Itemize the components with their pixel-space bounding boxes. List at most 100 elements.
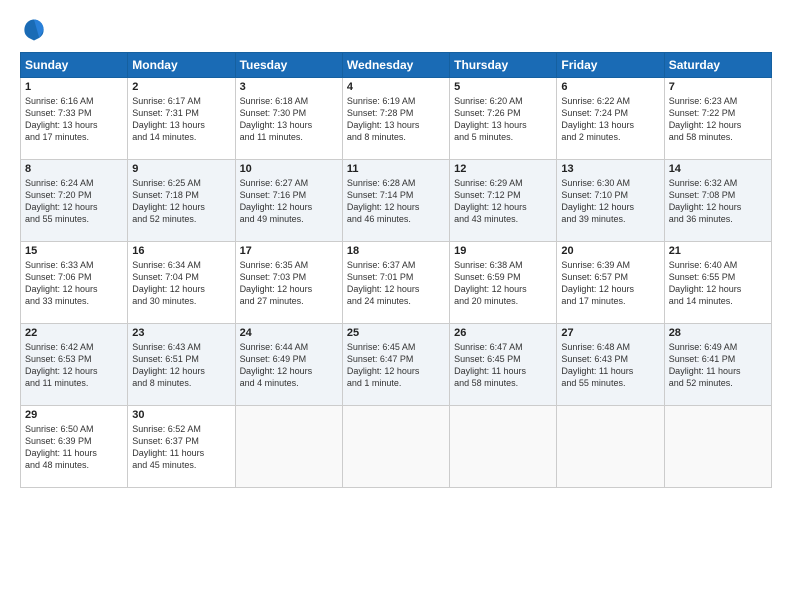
day-number: 25 [347,327,445,339]
cell-info: Sunrise: 6:16 AM Sunset: 7:33 PM Dayligh… [25,95,123,144]
day-number: 6 [561,81,659,93]
cell-info: Sunrise: 6:17 AM Sunset: 7:31 PM Dayligh… [132,95,230,144]
cell-info: Sunrise: 6:45 AM Sunset: 6:47 PM Dayligh… [347,341,445,390]
calendar-cell: 17 Sunrise: 6:35 AM Sunset: 7:03 PM Dayli… [235,242,342,324]
weekday-header-row: SundayMondayTuesdayWednesdayThursdayFrid… [21,53,772,78]
calendar-cell: 18 Sunrise: 6:37 AM Sunset: 7:01 PM Dayli… [342,242,449,324]
day-number: 3 [240,81,338,93]
calendar-cell: 30Sunrise: 6:52 AM Sunset: 6:37 PM Dayli… [128,406,235,488]
day-number: 5 [454,81,552,93]
calendar-cell: 20Sunrise: 6:39 AM Sunset: 6:57 PM Dayli… [557,242,664,324]
cell-info: Sunrise: 6:28 AM Sunset: 7:14 PM Dayligh… [347,177,445,226]
day-number: 23 [132,327,230,339]
cell-info: Sunrise: 6:37 AM Sunset: 7:01 PM Dayligh… [347,259,445,308]
cell-info: Sunrise: 6:38 AM Sunset: 6:59 PM Dayligh… [454,259,552,308]
day-number: 15 [25,245,123,257]
cell-info: Sunrise: 6:27 AM Sunset: 7:16 PM Dayligh… [240,177,338,226]
calendar-week-row: 22 Sunrise: 6:42 AM Sunset: 6:53 PM Dayli… [21,324,772,406]
calendar-cell: 21Sunrise: 6:40 AM Sunset: 6:55 PM Dayli… [664,242,771,324]
calendar-table: SundayMondayTuesdayWednesdayThursdayFrid… [20,52,772,488]
calendar-cell: 8 Sunrise: 6:24 AM Sunset: 7:20 PM Daylig… [21,160,128,242]
cell-info: Sunrise: 6:44 AM Sunset: 6:49 PM Dayligh… [240,341,338,390]
cell-info: Sunrise: 6:34 AM Sunset: 7:04 PM Dayligh… [132,259,230,308]
day-number: 17 [240,245,338,257]
calendar-cell: 3Sunrise: 6:18 AM Sunset: 7:30 PM Daylig… [235,78,342,160]
calendar-cell: 14 Sunrise: 6:32 AM Sunset: 7:08 PM Dayli… [664,160,771,242]
cell-info: Sunrise: 6:49 AM Sunset: 6:41 PM Dayligh… [669,341,767,390]
day-number: 18 [347,245,445,257]
calendar-cell: 9 Sunrise: 6:25 AM Sunset: 7:18 PM Daylig… [128,160,235,242]
cell-info: Sunrise: 6:25 AM Sunset: 7:18 PM Dayligh… [132,177,230,226]
cell-info: Sunrise: 6:24 AM Sunset: 7:20 PM Dayligh… [25,177,123,226]
weekday-header-saturday: Saturday [664,53,771,78]
calendar-cell: 25 Sunrise: 6:45 AM Sunset: 6:47 PM Dayli… [342,324,449,406]
cell-info: Sunrise: 6:48 AM Sunset: 6:43 PM Dayligh… [561,341,659,390]
weekday-header-thursday: Thursday [450,53,557,78]
weekday-header-sunday: Sunday [21,53,128,78]
calendar-cell: 2 Sunrise: 6:17 AM Sunset: 7:31 PM Daylig… [128,78,235,160]
cell-info: Sunrise: 6:35 AM Sunset: 7:03 PM Dayligh… [240,259,338,308]
cell-info: Sunrise: 6:30 AM Sunset: 7:10 PM Dayligh… [561,177,659,226]
cell-info: Sunrise: 6:33 AM Sunset: 7:06 PM Dayligh… [25,259,123,308]
calendar-cell: 19Sunrise: 6:38 AM Sunset: 6:59 PM Dayli… [450,242,557,324]
weekday-header-monday: Monday [128,53,235,78]
weekday-header-wednesday: Wednesday [342,53,449,78]
calendar-cell: 4Sunrise: 6:19 AM Sunset: 7:28 PM Daylig… [342,78,449,160]
day-number: 22 [25,327,123,339]
day-number: 21 [669,245,767,257]
calendar-cell: 7 Sunrise: 6:23 AM Sunset: 7:22 PM Daylig… [664,78,771,160]
day-number: 11 [347,163,445,175]
day-number: 24 [240,327,338,339]
calendar-week-row: 15 Sunrise: 6:33 AM Sunset: 7:06 PM Dayli… [21,242,772,324]
day-number: 10 [240,163,338,175]
day-number: 26 [454,327,552,339]
day-number: 7 [669,81,767,93]
calendar-cell: 29Sunrise: 6:50 AM Sunset: 6:39 PM Dayli… [21,406,128,488]
weekday-header-friday: Friday [557,53,664,78]
calendar-week-row: 29Sunrise: 6:50 AM Sunset: 6:39 PM Dayli… [21,406,772,488]
day-number: 28 [669,327,767,339]
day-number: 8 [25,163,123,175]
cell-info: Sunrise: 6:43 AM Sunset: 6:51 PM Dayligh… [132,341,230,390]
day-number: 9 [132,163,230,175]
calendar-cell: 10 Sunrise: 6:27 AM Sunset: 7:16 PM Dayli… [235,160,342,242]
day-number: 29 [25,409,123,421]
cell-info: Sunrise: 6:47 AM Sunset: 6:45 PM Dayligh… [454,341,552,390]
calendar-cell: 24 Sunrise: 6:44 AM Sunset: 6:49 PM Dayli… [235,324,342,406]
calendar-cell [557,406,664,488]
day-number: 14 [669,163,767,175]
logo-icon [20,16,48,44]
day-number: 2 [132,81,230,93]
calendar-cell [450,406,557,488]
calendar-cell: 15 Sunrise: 6:33 AM Sunset: 7:06 PM Dayli… [21,242,128,324]
calendar-cell [235,406,342,488]
calendar-week-row: 1Sunrise: 6:16 AM Sunset: 7:33 PM Daylig… [21,78,772,160]
calendar-cell [342,406,449,488]
calendar-cell: 12 Sunrise: 6:29 AM Sunset: 7:12 PM Dayli… [450,160,557,242]
day-number: 13 [561,163,659,175]
calendar-cell: 26 Sunrise: 6:47 AM Sunset: 6:45 PM Dayli… [450,324,557,406]
cell-info: Sunrise: 6:42 AM Sunset: 6:53 PM Dayligh… [25,341,123,390]
calendar-cell: 11 Sunrise: 6:28 AM Sunset: 7:14 PM Dayli… [342,160,449,242]
calendar-cell [664,406,771,488]
calendar-cell: 22 Sunrise: 6:42 AM Sunset: 6:53 PM Dayli… [21,324,128,406]
cell-info: Sunrise: 6:20 AM Sunset: 7:26 PM Dayligh… [454,95,552,144]
cell-info: Sunrise: 6:22 AM Sunset: 7:24 PM Dayligh… [561,95,659,144]
cell-info: Sunrise: 6:39 AM Sunset: 6:57 PM Dayligh… [561,259,659,308]
cell-info: Sunrise: 6:29 AM Sunset: 7:12 PM Dayligh… [454,177,552,226]
cell-info: Sunrise: 6:32 AM Sunset: 7:08 PM Dayligh… [669,177,767,226]
logo [20,16,52,44]
weekday-header-tuesday: Tuesday [235,53,342,78]
calendar-week-row: 8 Sunrise: 6:24 AM Sunset: 7:20 PM Daylig… [21,160,772,242]
day-number: 12 [454,163,552,175]
day-number: 16 [132,245,230,257]
day-number: 30 [132,409,230,421]
cell-info: Sunrise: 6:23 AM Sunset: 7:22 PM Dayligh… [669,95,767,144]
cell-info: Sunrise: 6:19 AM Sunset: 7:28 PM Dayligh… [347,95,445,144]
calendar-cell: 23 Sunrise: 6:43 AM Sunset: 6:51 PM Dayli… [128,324,235,406]
calendar-cell: 13 Sunrise: 6:30 AM Sunset: 7:10 PM Dayli… [557,160,664,242]
calendar-cell: 1Sunrise: 6:16 AM Sunset: 7:33 PM Daylig… [21,78,128,160]
calendar-cell: 28 Sunrise: 6:49 AM Sunset: 6:41 PM Dayli… [664,324,771,406]
header [20,16,772,44]
calendar-cell: 5 Sunrise: 6:20 AM Sunset: 7:26 PM Daylig… [450,78,557,160]
